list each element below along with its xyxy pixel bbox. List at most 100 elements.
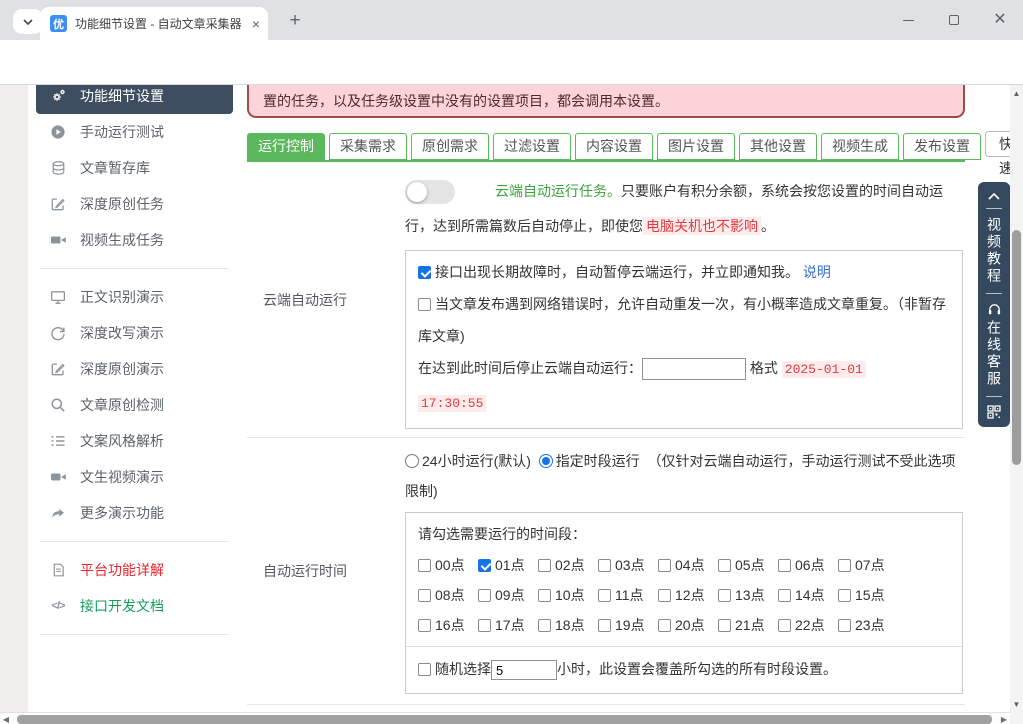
- sidebar-item-deep-original-task[interactable]: 深度原创任务: [36, 186, 233, 222]
- hour-cell[interactable]: 10点: [538, 580, 598, 610]
- collapse-button[interactable]: [987, 192, 1001, 200]
- hour-checkbox[interactable]: [538, 619, 551, 632]
- hour-checkbox[interactable]: [538, 559, 551, 572]
- random-hours-input[interactable]: [491, 660, 557, 680]
- hour-checkbox-checked[interactable]: [478, 559, 491, 572]
- hour-cell[interactable]: 11点: [598, 580, 658, 610]
- qr-code-icon[interactable]: [987, 405, 1001, 419]
- sidebar-item-function-settings[interactable]: 功能细节设置: [36, 85, 233, 114]
- sidebar-item-body-recognition-demo[interactable]: 正文识别演示: [36, 279, 233, 315]
- hour-cell[interactable]: 16点: [418, 610, 478, 640]
- hour-checkbox[interactable]: [838, 619, 851, 632]
- tab-collect-requirements[interactable]: 采集需求: [329, 133, 407, 160]
- hour-cell[interactable]: 07点: [838, 550, 898, 580]
- search-icon: [49, 397, 67, 413]
- tab-run-control[interactable]: 运行控制: [247, 133, 325, 160]
- online-service-button[interactable]: 在线客服: [987, 320, 1001, 388]
- tab-video-generation[interactable]: 视频生成: [821, 133, 899, 160]
- hour-cell[interactable]: 02点: [538, 550, 598, 580]
- hour-cell[interactable]: 22点: [778, 610, 838, 640]
- vertical-scrollbar-thumb[interactable]: [1012, 230, 1021, 465]
- window-close-button[interactable]: ✕: [977, 0, 1023, 40]
- hour-checkbox[interactable]: [838, 559, 851, 572]
- random-hours-checkbox[interactable]: [418, 663, 431, 676]
- hour-checkbox[interactable]: [538, 589, 551, 602]
- hour-cell[interactable]: 13点: [718, 580, 778, 610]
- tab-filter-settings[interactable]: 过滤设置: [493, 133, 571, 160]
- auto-resend-checkbox[interactable]: [418, 298, 431, 311]
- scroll-up-arrow[interactable]: ▲: [1010, 87, 1023, 99]
- tab-publish-settings[interactable]: 发布设置: [903, 133, 981, 160]
- hour-checkbox[interactable]: [658, 559, 671, 572]
- hour-checkbox[interactable]: [658, 619, 671, 632]
- hour-cell[interactable]: 03点: [598, 550, 658, 580]
- hour-checkbox[interactable]: [478, 619, 491, 632]
- hour-cell[interactable]: 04点: [658, 550, 718, 580]
- sidebar-item-platform-features[interactable]: 平台功能详解: [36, 552, 233, 588]
- sidebar-item-more-demos[interactable]: 更多演示功能: [36, 495, 233, 531]
- hour-cell[interactable]: 19点: [598, 610, 658, 640]
- hour-cell[interactable]: 01点: [478, 550, 538, 580]
- hour-checkbox[interactable]: [658, 589, 671, 602]
- pause-on-failure-checkbox[interactable]: [418, 266, 431, 279]
- sidebar-item-video-task[interactable]: 视频生成任务: [36, 222, 233, 258]
- sidebar-item-deep-original-demo[interactable]: 深度原创演示: [36, 351, 233, 387]
- hour-checkbox[interactable]: [778, 589, 791, 602]
- hour-checkbox[interactable]: [718, 619, 731, 632]
- cloud-run-toggle[interactable]: [405, 180, 455, 204]
- hour-cell[interactable]: 05点: [718, 550, 778, 580]
- hour-cell[interactable]: 06点: [778, 550, 838, 580]
- hour-cell[interactable]: 15点: [838, 580, 898, 610]
- hour-cell[interactable]: 21点: [718, 610, 778, 640]
- sidebar-item-api-docs[interactable]: </> 接口开发文档: [36, 588, 233, 624]
- hour-checkbox[interactable]: [598, 559, 611, 572]
- sidebar-item-deep-rewrite-demo[interactable]: 深度改写演示: [36, 315, 233, 351]
- hour-checkbox[interactable]: [778, 619, 791, 632]
- new-tab-button[interactable]: +: [283, 9, 307, 33]
- explain-link[interactable]: 说明: [803, 264, 831, 280]
- radio-timeslot[interactable]: [539, 454, 553, 468]
- hour-cell[interactable]: 17点: [478, 610, 538, 640]
- stop-time-input[interactable]: [642, 358, 746, 380]
- window-minimize-button[interactable]: [885, 0, 931, 40]
- window-restore-button[interactable]: [931, 0, 977, 40]
- hour-checkbox[interactable]: [598, 619, 611, 632]
- tab-original-requirements[interactable]: 原创需求: [411, 133, 489, 160]
- hour-cell[interactable]: 08点: [418, 580, 478, 610]
- scroll-down-arrow[interactable]: ▼: [1010, 698, 1023, 710]
- video-tutorial-button[interactable]: 视频教程: [987, 217, 1001, 285]
- hour-cell[interactable]: 00点: [418, 550, 478, 580]
- hour-cell[interactable]: 23点: [838, 610, 898, 640]
- hour-checkbox[interactable]: [838, 589, 851, 602]
- hour-cell[interactable]: 14点: [778, 580, 838, 610]
- hour-cell[interactable]: 09点: [478, 580, 538, 610]
- sidebar-item-originality-check[interactable]: 文章原创检测: [36, 387, 233, 423]
- hour-checkbox[interactable]: [598, 589, 611, 602]
- horizontal-scrollbar-thumb[interactable]: [17, 715, 992, 724]
- hour-checkbox[interactable]: [418, 559, 431, 572]
- scroll-left-arrow[interactable]: ◀: [0, 713, 12, 724]
- hour-cell[interactable]: 18点: [538, 610, 598, 640]
- sidebar-item-article-cache[interactable]: 文章暂存库: [36, 150, 233, 186]
- tab-image-settings[interactable]: 图片设置: [657, 133, 735, 160]
- hour-checkbox[interactable]: [478, 589, 491, 602]
- sidebar-item-text-to-video-demo[interactable]: 文生视频演示: [36, 459, 233, 495]
- tab-other-settings[interactable]: 其他设置: [739, 133, 817, 160]
- tab-content-settings[interactable]: 内容设置: [575, 133, 653, 160]
- sidebar-item-manual-test[interactable]: 手动运行测试: [36, 114, 233, 150]
- sidebar-item-style-analysis[interactable]: 文案风格解析: [36, 423, 233, 459]
- horizontal-scrollbar[interactable]: ◀ ▶: [0, 712, 1010, 724]
- hour-checkbox[interactable]: [778, 559, 791, 572]
- scroll-right-arrow[interactable]: ▶: [998, 713, 1010, 724]
- hour-checkbox[interactable]: [418, 589, 431, 602]
- radio-24h[interactable]: [405, 454, 419, 468]
- tab-search-button[interactable]: [13, 9, 43, 34]
- hour-checkbox[interactable]: [718, 559, 731, 572]
- vertical-scrollbar[interactable]: ▲ ▼: [1010, 85, 1023, 724]
- hour-checkbox[interactable]: [718, 589, 731, 602]
- hour-checkbox[interactable]: [418, 619, 431, 632]
- browser-tab[interactable]: 优 功能细节设置 - 自动文章采集器 ×: [40, 7, 268, 40]
- hour-cell[interactable]: 20点: [658, 610, 718, 640]
- hour-cell[interactable]: 12点: [658, 580, 718, 610]
- tab-close-icon[interactable]: ×: [252, 17, 260, 31]
